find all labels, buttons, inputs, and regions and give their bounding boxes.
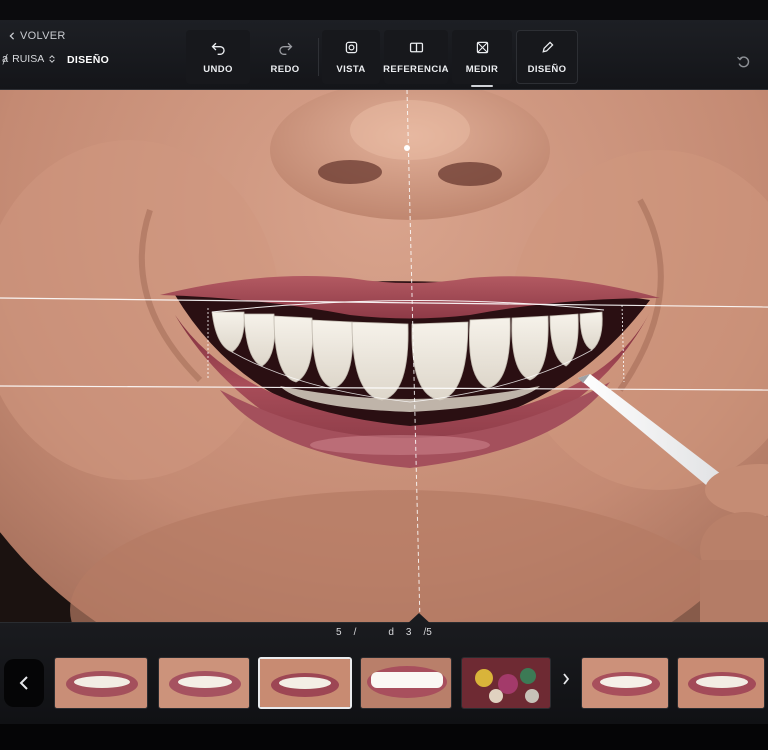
thumbnail-5[interactable] bbox=[461, 657, 551, 709]
thumbnail-panel: 5 / d 3 /5 bbox=[0, 613, 768, 724]
mini-tool-3[interactable]: d bbox=[388, 627, 394, 638]
measure-label: MEDIR bbox=[465, 64, 499, 75]
smile-thumbnail bbox=[678, 658, 764, 708]
panel-caret bbox=[406, 613, 432, 625]
reference-label: REFERENCIA bbox=[383, 64, 449, 75]
back-label: VOLVER bbox=[20, 30, 66, 42]
measure-icon bbox=[476, 41, 488, 54]
next-button[interactable] bbox=[557, 667, 575, 691]
thumbnail-6[interactable] bbox=[581, 657, 669, 709]
bottom-bezel bbox=[0, 724, 768, 750]
project-icon: ⱥ bbox=[2, 53, 9, 65]
top-toolbar: VOLVER ⱥ RUISA DISEÑO UNDO REDO VISTA RE… bbox=[0, 20, 768, 90]
design-label: DISEÑO bbox=[527, 64, 567, 75]
redo-button[interactable]: REDO bbox=[254, 30, 316, 84]
mode-label: DISEÑO bbox=[67, 54, 110, 66]
smile-thumbnail bbox=[462, 658, 550, 708]
smile-thumbnail bbox=[55, 658, 147, 708]
chevron-right-icon bbox=[563, 673, 570, 685]
reference-button[interactable]: REFERENCIA bbox=[383, 30, 449, 84]
smile-thumbnail bbox=[260, 659, 350, 707]
view-button[interactable]: VISTA bbox=[322, 30, 380, 84]
smile-thumbnail bbox=[159, 658, 249, 708]
smile-thumbnail bbox=[361, 658, 451, 708]
view-icon bbox=[345, 41, 357, 54]
thumbnail-1[interactable] bbox=[54, 657, 148, 709]
thumbnail-2[interactable] bbox=[158, 657, 250, 709]
thumbnail-4[interactable] bbox=[360, 657, 452, 709]
mini-tool-1[interactable]: 5 bbox=[336, 627, 342, 638]
undo-button[interactable]: UNDO bbox=[186, 30, 250, 84]
measure-button[interactable]: MEDIR bbox=[452, 30, 512, 87]
chevron-updown-icon bbox=[49, 55, 55, 63]
undo-icon bbox=[211, 42, 225, 55]
thumbnail-3-selected[interactable] bbox=[258, 657, 352, 709]
design-button[interactable]: DISEÑO bbox=[516, 30, 578, 84]
undo-label: UNDO bbox=[203, 64, 233, 75]
chevron-left-icon bbox=[19, 676, 28, 690]
mini-toolbar: 5 / d 3 /5 bbox=[336, 627, 432, 638]
pencil-icon bbox=[541, 41, 554, 53]
refresh-icon[interactable] bbox=[736, 54, 752, 70]
back-button[interactable]: VOLVER bbox=[8, 30, 66, 42]
chevron-left-icon bbox=[9, 32, 15, 40]
redo-icon bbox=[278, 42, 292, 55]
thumbnail-7[interactable] bbox=[677, 657, 765, 709]
reference-icon bbox=[409, 42, 423, 53]
project-label: RUISA bbox=[12, 53, 45, 65]
smile-thumbnail bbox=[582, 658, 668, 708]
smile-photo bbox=[0, 90, 768, 622]
view-label: VISTA bbox=[336, 64, 366, 75]
photo-canvas[interactable] bbox=[0, 90, 768, 622]
redo-label: REDO bbox=[270, 64, 300, 75]
mini-tool-2[interactable]: / bbox=[354, 627, 357, 638]
project-selector[interactable]: ⱥ RUISA bbox=[2, 53, 56, 65]
mini-tool-4[interactable]: 3 bbox=[406, 627, 412, 638]
toolbar-divider bbox=[318, 38, 319, 76]
mini-tool-5[interactable]: /5 bbox=[423, 627, 431, 638]
previous-button[interactable] bbox=[4, 659, 44, 707]
